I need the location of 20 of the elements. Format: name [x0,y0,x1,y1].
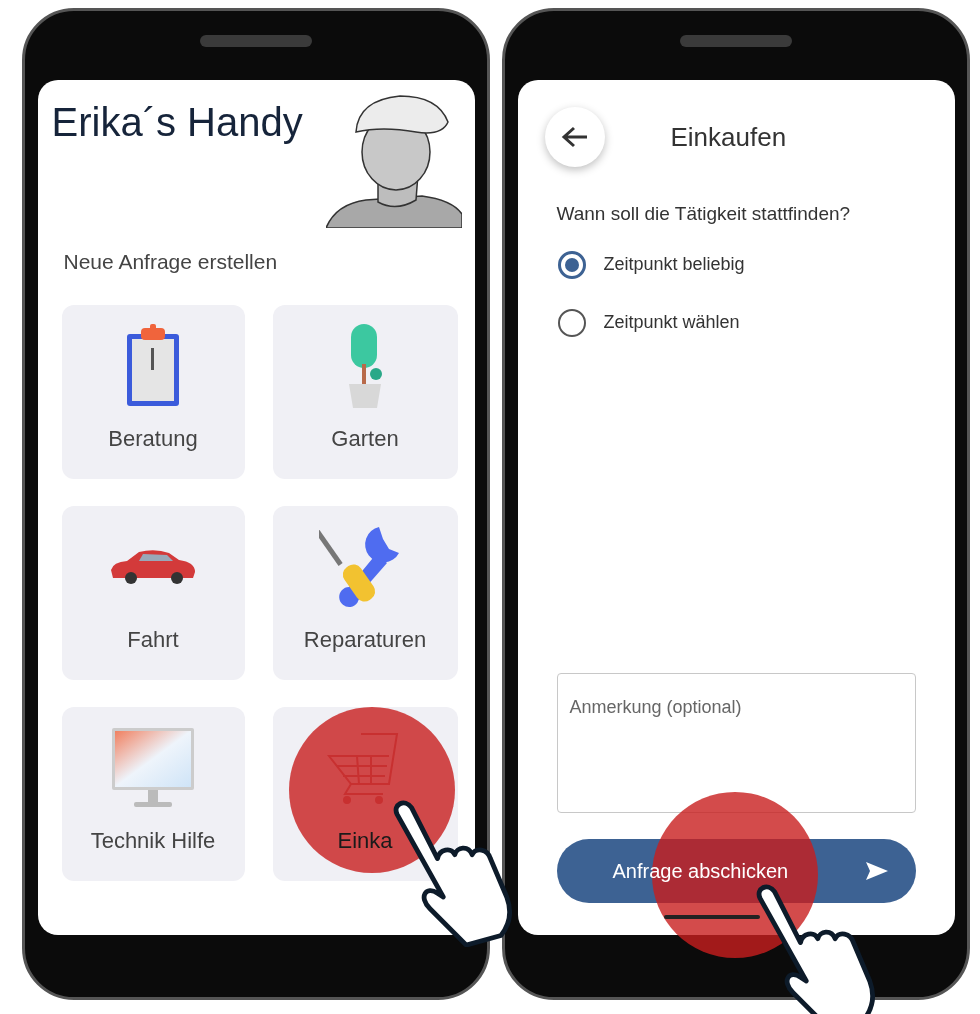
category-tile[interactable]: Reparaturen [272,505,458,680]
note-field[interactable]: Anmerkung (optional) [556,672,916,813]
section-title: Neue Anfrage erstellen [63,249,279,275]
radio-button[interactable] [557,308,586,337]
send-icon [865,861,888,880]
category-tile[interactable]: Garten [272,304,458,479]
category-tile[interactable]: Beratung [61,304,245,479]
radio-button[interactable] [557,250,586,279]
radio-option[interactable]: Zeitpunkt beliebig [557,250,745,279]
radio-option[interactable]: Zeitpunkt wählen [557,308,740,337]
category-tile[interactable]: Technik Hilfe [61,706,245,881]
screen-title: Einkaufen [670,120,787,154]
category-tile[interactable]: Einka [272,706,458,881]
car-icon [109,548,197,586]
app-title: Erika´s Handy [51,102,303,146]
question-text: Wann soll die Tätigkeit stattfinden? [556,202,852,226]
monitor-icon [110,726,196,810]
back-button[interactable] [544,107,605,167]
category-tile[interactable]: Fahrt [61,505,245,680]
back-arrow-icon [560,125,589,149]
